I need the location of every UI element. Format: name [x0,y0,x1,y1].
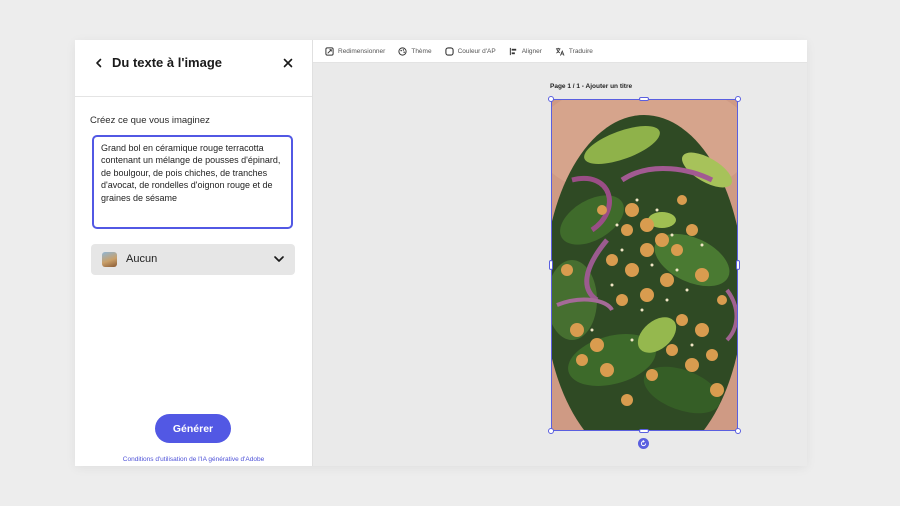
toolbar-theme[interactable]: Thème [398,46,432,56]
toolbar-resize-label: Redimensionner [338,47,386,55]
translate-icon [555,47,565,56]
toolbar-align[interactable]: Aligner [509,47,542,56]
text-to-image-panel: Du texte à l'image Créez ce que vous ima… [75,40,313,466]
toolbar-theme-label: Thème [411,47,432,55]
chevron-left-icon [96,58,102,68]
align-icon [509,47,516,55]
app-window: Du texte à l'image Créez ce que vous ima… [75,40,807,466]
resize-handle-top[interactable] [639,97,649,101]
generate-button[interactable]: Générer [155,414,231,443]
generated-image[interactable] [552,100,737,430]
selected-image-frame[interactable] [551,99,738,431]
close-button[interactable] [280,55,296,71]
close-icon [283,58,293,68]
toolbar-bg-color-label: Couleur d'AP [457,47,496,55]
resize-handle-top-left[interactable] [548,96,554,102]
prompt-textarea[interactable]: Grand bol en céramique rouge terracotta … [92,135,293,229]
page-label[interactable]: Page 1 / 1 - Ajouter un titre [550,83,632,90]
style-thumbnail [102,252,117,267]
toolbar-translate-label: Traduire [568,47,593,55]
style-dropdown-value: Aucun [126,253,158,265]
prompt-label: Créez ce que vous imaginez [90,115,210,126]
resize-handle-bottom-right[interactable] [735,428,741,434]
resize-icon [325,46,334,56]
top-toolbar: Redimensionner Thème Couleur d'AP Aligne… [313,40,807,63]
resize-handle-bottom[interactable] [639,429,649,433]
back-button[interactable] [91,55,107,71]
resize-handle-bottom-left[interactable] [548,428,554,434]
resize-handle-top-right[interactable] [735,96,741,102]
style-dropdown[interactable]: Aucun [91,244,295,275]
resize-handle-left[interactable] [549,260,553,270]
toolbar-translate[interactable]: Traduire [555,47,593,56]
toolbar-resize[interactable]: Redimensionner [325,46,386,56]
toolbar-align-label: Aligner [521,47,542,55]
terms-link[interactable]: Conditions d'utilisation de l'IA générat… [75,456,312,463]
rotate-icon [640,440,647,447]
chevron-down-icon [274,256,284,262]
rotate-handle[interactable] [638,438,649,449]
panel-header: Du texte à l'image [75,40,312,97]
background-color-icon [444,46,454,56]
theme-icon [398,46,407,56]
toolbar-bg-color[interactable]: Couleur d'AP [444,46,496,56]
resize-handle-right[interactable] [736,260,740,270]
panel-title: Du texte à l'image [112,55,223,70]
